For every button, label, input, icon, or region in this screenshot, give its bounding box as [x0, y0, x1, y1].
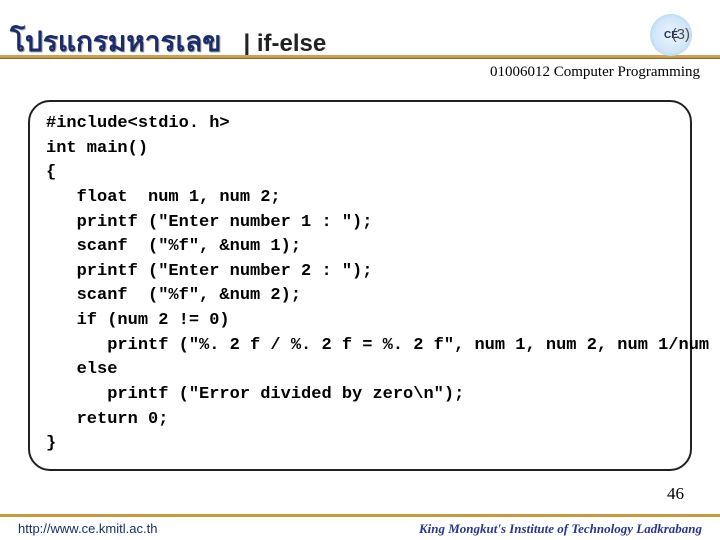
course-code: 01006012 Computer Programming [490, 64, 700, 81]
slide-title-sub: | if-else [243, 30, 326, 58]
page-number: 46 [667, 484, 684, 504]
footer-institute: King Mongkut's Institute of Technology L… [419, 521, 702, 537]
header-underline [0, 55, 720, 59]
footer: http://www.ce.kmitl.ac.th King Mongkut's… [0, 514, 720, 540]
code-box: #include<stdio. h> int main() { float nu… [28, 100, 692, 471]
footer-url: http://www.ce.kmitl.ac.th [18, 521, 157, 536]
slide: โปรแกรมหารเลข | if-else CE (3) 01006012 … [0, 0, 720, 540]
code-content: #include<stdio. h> int main() { float nu… [46, 112, 674, 457]
sequence-number: (3) [672, 26, 690, 43]
